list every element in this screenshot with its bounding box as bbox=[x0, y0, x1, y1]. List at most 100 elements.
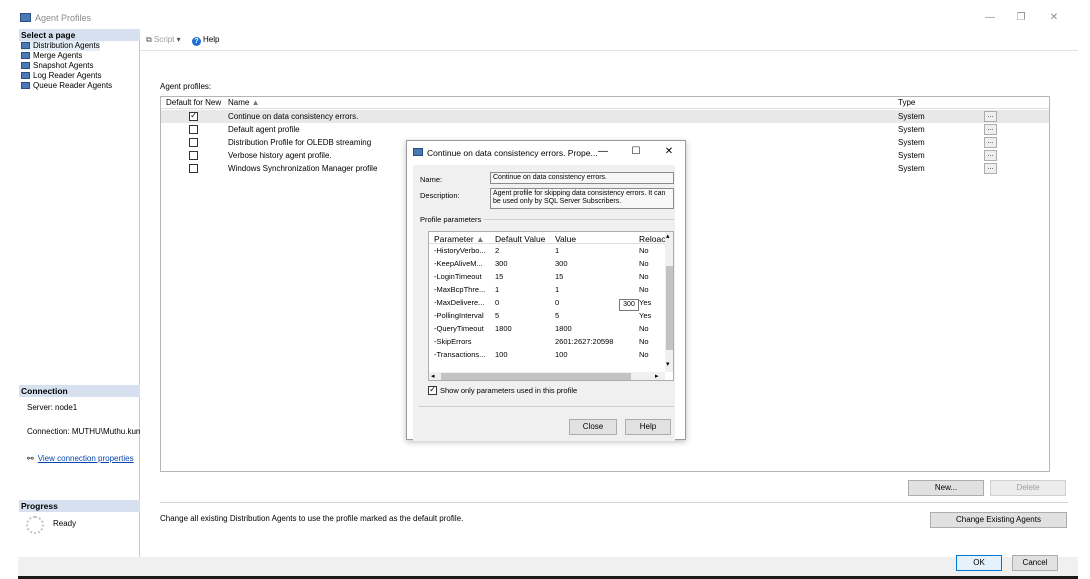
dialog-title: Continue on data consistency errors. Pro… bbox=[427, 148, 598, 158]
param-value[interactable]: 300 bbox=[555, 259, 568, 268]
vertical-scrollbar[interactable]: ▴ ▾ bbox=[665, 232, 673, 372]
col-parameter[interactable]: Parameter ▲ bbox=[434, 234, 484, 244]
param-value[interactable]: 2601:2627:20598 bbox=[555, 337, 613, 346]
scroll-down-icon[interactable]: ▾ bbox=[666, 360, 670, 368]
profile-parameters-label: Profile parameters bbox=[420, 215, 482, 224]
scroll-up-icon[interactable]: ▴ bbox=[666, 232, 670, 240]
divider bbox=[160, 502, 1068, 503]
dialog-app-icon bbox=[413, 148, 423, 156]
hscroll-thumb[interactable] bbox=[441, 373, 631, 380]
col-reload[interactable]: Reloac bbox=[639, 234, 665, 244]
param-name: -QueryTimeout bbox=[434, 324, 484, 333]
default-checkbox[interactable] bbox=[189, 138, 198, 147]
view-connection-link[interactable]: View connection properties bbox=[38, 454, 134, 463]
table-row[interactable]: -Transactions... 100 100 No bbox=[429, 348, 665, 361]
col-default-value[interactable]: Default Value bbox=[495, 234, 545, 244]
new-button[interactable]: New... bbox=[908, 480, 984, 496]
col-name[interactable]: Name ▲ bbox=[228, 98, 260, 107]
dialog-help-button[interactable]: Help bbox=[625, 419, 671, 435]
view-connection-properties[interactable]: ⚯ View connection properties bbox=[27, 454, 134, 463]
maximize-icon[interactable]: ❐ bbox=[1011, 12, 1031, 23]
server-name: Server: node1 bbox=[27, 403, 78, 412]
description-field[interactable]: Agent profile for skipping data consiste… bbox=[490, 188, 674, 209]
dialog-minimize-icon[interactable]: — bbox=[595, 146, 611, 157]
param-name: -SkipErrors bbox=[434, 337, 472, 346]
param-value[interactable]: 1800 bbox=[555, 324, 572, 333]
scroll-left-icon[interactable]: ◂ bbox=[431, 372, 435, 380]
param-reload: Yes bbox=[639, 298, 652, 307]
connection-header: Connection bbox=[19, 385, 140, 397]
dialog-body: Name: Continue on data consistency error… bbox=[413, 165, 675, 441]
select-page-header: Select a page bbox=[19, 29, 140, 41]
default-checkbox[interactable] bbox=[189, 164, 198, 173]
default-checkbox[interactable] bbox=[189, 151, 198, 160]
page-distribution-agents[interactable]: Distribution Agents bbox=[21, 41, 100, 51]
col-type[interactable]: Type bbox=[898, 98, 915, 107]
param-name: -PollingInterval bbox=[434, 311, 484, 320]
param-value[interactable]: 100 bbox=[555, 350, 568, 359]
show-only-parameters[interactable]: Show only parameters used in this profil… bbox=[428, 384, 577, 395]
script-button[interactable]: ⧉ Script ▾ bbox=[146, 35, 181, 45]
ok-button[interactable]: OK bbox=[956, 555, 1002, 571]
table-row[interactable]: -QueryTimeout 1800 1800 No bbox=[429, 322, 665, 335]
page-label: Log Reader Agents bbox=[33, 71, 102, 80]
profile-name: Windows Synchronization Manager profile bbox=[228, 164, 378, 173]
grid-header: Default for New Name ▲ Type bbox=[161, 97, 1049, 109]
scroll-thumb[interactable] bbox=[666, 266, 673, 350]
help-toolbar-button[interactable]: ? Help bbox=[192, 35, 219, 46]
table-row[interactable]: -LoginTimeout 15 15 No bbox=[429, 270, 665, 283]
change-existing-agents-button[interactable]: Change Existing Agents bbox=[930, 512, 1067, 528]
param-value[interactable]: 5 bbox=[555, 311, 559, 320]
profile-type: System bbox=[898, 125, 925, 134]
param-value[interactable]: 1 bbox=[555, 285, 559, 294]
param-name: -HistoryVerbo... bbox=[434, 246, 486, 255]
param-value[interactable]: 0 bbox=[555, 298, 559, 307]
col-value[interactable]: Value bbox=[555, 234, 576, 244]
cancel-button[interactable]: Cancel bbox=[1012, 555, 1058, 571]
page-log-reader-agents[interactable]: Log Reader Agents bbox=[21, 71, 102, 81]
table-row[interactable]: -MaxBcpThre... 1 1 No bbox=[429, 283, 665, 296]
ellipsis-button[interactable]: ... bbox=[984, 137, 997, 148]
ellipsis-button[interactable]: ... bbox=[984, 163, 997, 174]
footer-bar: OK Cancel bbox=[18, 555, 1078, 576]
default-checkbox[interactable] bbox=[189, 110, 198, 121]
help-label: Help bbox=[203, 35, 220, 44]
ellipsis-button[interactable]: ... bbox=[984, 111, 997, 122]
param-value[interactable]: 15 bbox=[555, 272, 563, 281]
param-reload: No bbox=[639, 246, 649, 255]
table-row[interactable]: Continue on data consistency errors. Sys… bbox=[161, 110, 1049, 123]
title-bar: Agent Profiles — ❐ ✕ bbox=[18, 9, 1078, 29]
progress-status: Ready bbox=[53, 519, 77, 528]
app-icon bbox=[20, 13, 31, 22]
close-icon[interactable]: ✕ bbox=[1044, 12, 1064, 23]
delete-button[interactable]: Delete bbox=[990, 480, 1066, 496]
col-default-for-new[interactable]: Default for New bbox=[166, 98, 221, 107]
scroll-right-icon[interactable]: ▸ bbox=[655, 372, 659, 380]
table-row[interactable]: -KeepAliveM... 300 300 No bbox=[429, 257, 665, 270]
param-value[interactable]: 1 bbox=[555, 246, 559, 255]
dialog-close-button[interactable]: Close bbox=[569, 419, 617, 435]
chevron-down-icon: ▾ bbox=[176, 35, 181, 44]
table-row[interactable]: -SkipErrors 2601:2627:20598 No bbox=[429, 335, 665, 348]
name-field[interactable]: Continue on data consistency errors. bbox=[490, 172, 674, 184]
toolbar: ⧉ Script ▾ ? Help bbox=[140, 29, 1078, 51]
profile-type: System bbox=[898, 151, 925, 160]
ellipsis-button[interactable]: ... bbox=[984, 150, 997, 161]
show-only-checkbox[interactable] bbox=[428, 384, 437, 395]
page-snapshot-agents[interactable]: Snapshot Agents bbox=[21, 61, 94, 71]
minimize-icon[interactable]: — bbox=[980, 12, 1000, 23]
ellipsis-button[interactable]: ... bbox=[984, 124, 997, 135]
param-name: -KeepAliveM... bbox=[434, 259, 483, 268]
table-row[interactable]: -HistoryVerbo... 2 1 No bbox=[429, 244, 665, 257]
param-name: -Transactions... bbox=[434, 350, 486, 359]
dialog-close-icon[interactable]: ✕ bbox=[661, 146, 677, 157]
table-row[interactable]: Default agent profile System ... bbox=[161, 123, 1049, 136]
param-default: 100 bbox=[495, 350, 508, 359]
profile-name: Distribution Profile for OLEDB streaming bbox=[228, 138, 372, 147]
divider bbox=[419, 406, 674, 407]
horizontal-scrollbar[interactable]: ◂ ▸ bbox=[429, 372, 665, 380]
default-checkbox[interactable] bbox=[189, 125, 198, 134]
dialog-maximize-icon[interactable]: ☐ bbox=[628, 146, 644, 157]
page-queue-reader-agents[interactable]: Queue Reader Agents bbox=[21, 81, 112, 91]
page-merge-agents[interactable]: Merge Agents bbox=[21, 51, 82, 61]
